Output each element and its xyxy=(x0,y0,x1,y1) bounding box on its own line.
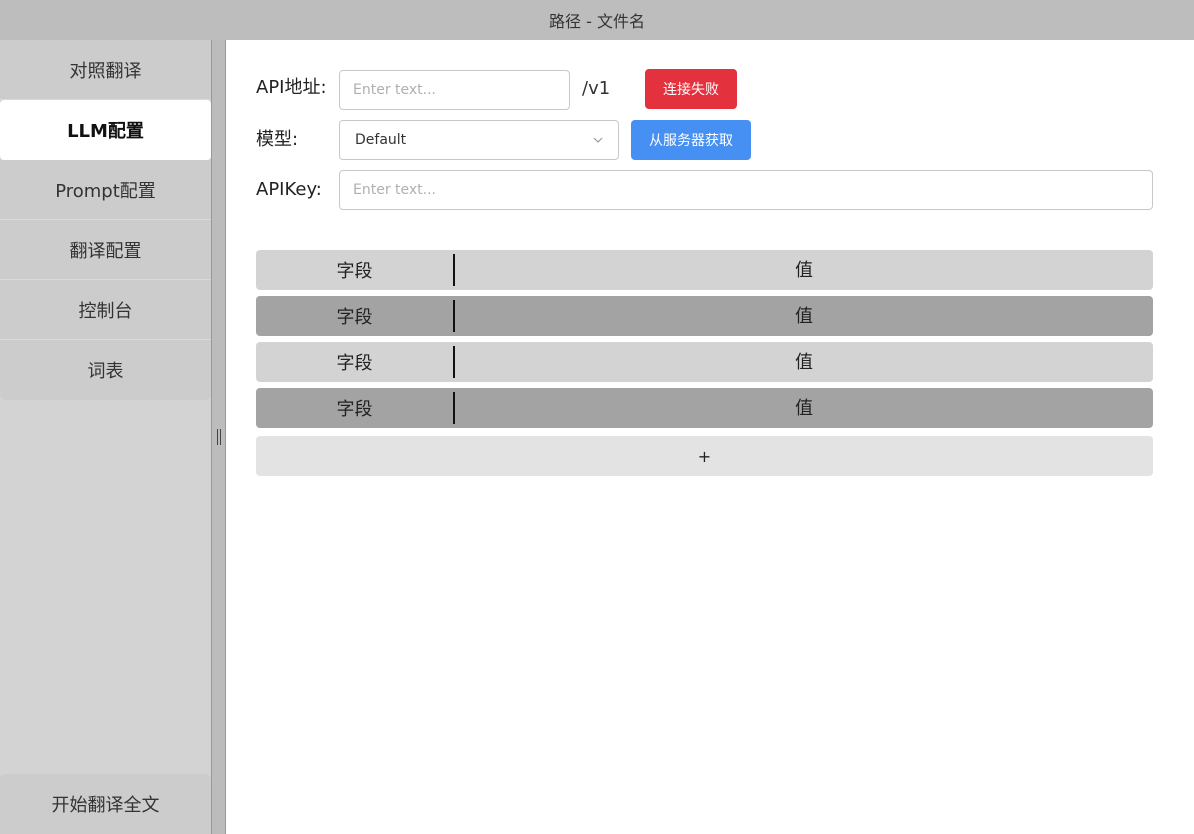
model-selected-value: Default xyxy=(355,132,407,148)
sidebar-item-glossary[interactable]: 词表 xyxy=(0,340,211,400)
api-address-input[interactable] xyxy=(339,70,570,110)
sidebar-item-compare-translate[interactable]: 对照翻译 xyxy=(0,40,211,100)
row-field: 字段 xyxy=(336,399,373,420)
row-value: 值 xyxy=(795,306,813,327)
add-row-label: + xyxy=(697,446,712,466)
api-suffix: /v1 xyxy=(582,78,611,99)
row-value: 值 xyxy=(795,352,813,373)
sidebar-item-label: 控制台 xyxy=(78,300,133,322)
window-title-bar: 路径 - 文件名 xyxy=(0,0,1194,40)
sidebar: 对照翻译 LLM配置 Prompt配置 翻译配置 控制台 词表 开始翻译全文 xyxy=(0,40,211,834)
row-field: 字段 xyxy=(336,353,373,374)
table-row[interactable]: 字段 值 xyxy=(256,250,1153,290)
sidebar-item-label: 词表 xyxy=(87,361,124,382)
connection-status-button[interactable]: 连接失败 xyxy=(645,69,737,109)
row-value: 值 xyxy=(795,260,813,281)
apikey-input[interactable] xyxy=(339,170,1153,210)
chevron-down-icon xyxy=(593,137,603,143)
start-button-label: 开始翻译全文 xyxy=(51,795,160,816)
sidebar-item-label: LLM配置 xyxy=(67,121,144,142)
model-label: 模型: xyxy=(256,129,299,150)
table-row[interactable]: 字段 值 xyxy=(256,342,1153,382)
grip-vertical-icon xyxy=(216,429,221,445)
llm-config-panel: API地址: /v1 连接失败 模型: Default 从服务器获取 APIKe… xyxy=(226,40,1194,834)
sidebar-item-prompt-config[interactable]: Prompt配置 xyxy=(0,160,211,220)
window-title: 路径 - 文件名 xyxy=(549,12,645,31)
add-row-button[interactable]: + xyxy=(256,436,1153,476)
sidebar-item-label: Prompt配置 xyxy=(55,180,156,202)
api-address-label: API地址: xyxy=(256,77,327,98)
table-row[interactable]: 字段 值 xyxy=(256,388,1153,428)
fetch-from-server-button[interactable]: 从服务器获取 xyxy=(631,120,751,160)
row-field: 字段 xyxy=(336,307,373,328)
panel-splitter[interactable] xyxy=(211,40,226,834)
connection-status-label: 连接失败 xyxy=(663,82,719,98)
start-translate-all-button[interactable]: 开始翻译全文 xyxy=(0,774,211,834)
sidebar-item-console[interactable]: 控制台 xyxy=(0,280,211,340)
sidebar-item-label: 对照翻译 xyxy=(69,60,142,82)
row-field: 字段 xyxy=(336,261,373,282)
fetch-button-label: 从服务器获取 xyxy=(649,133,733,149)
sidebar-item-translate-config[interactable]: 翻译配置 xyxy=(0,220,211,280)
apikey-label: APIKey: xyxy=(256,179,322,200)
model-select[interactable]: Default xyxy=(339,120,619,160)
table-row[interactable]: 字段 值 xyxy=(256,296,1153,336)
sidebar-item-llm-config[interactable]: LLM配置 xyxy=(0,100,211,160)
sidebar-item-label: 翻译配置 xyxy=(69,240,142,262)
row-value: 值 xyxy=(795,398,813,419)
